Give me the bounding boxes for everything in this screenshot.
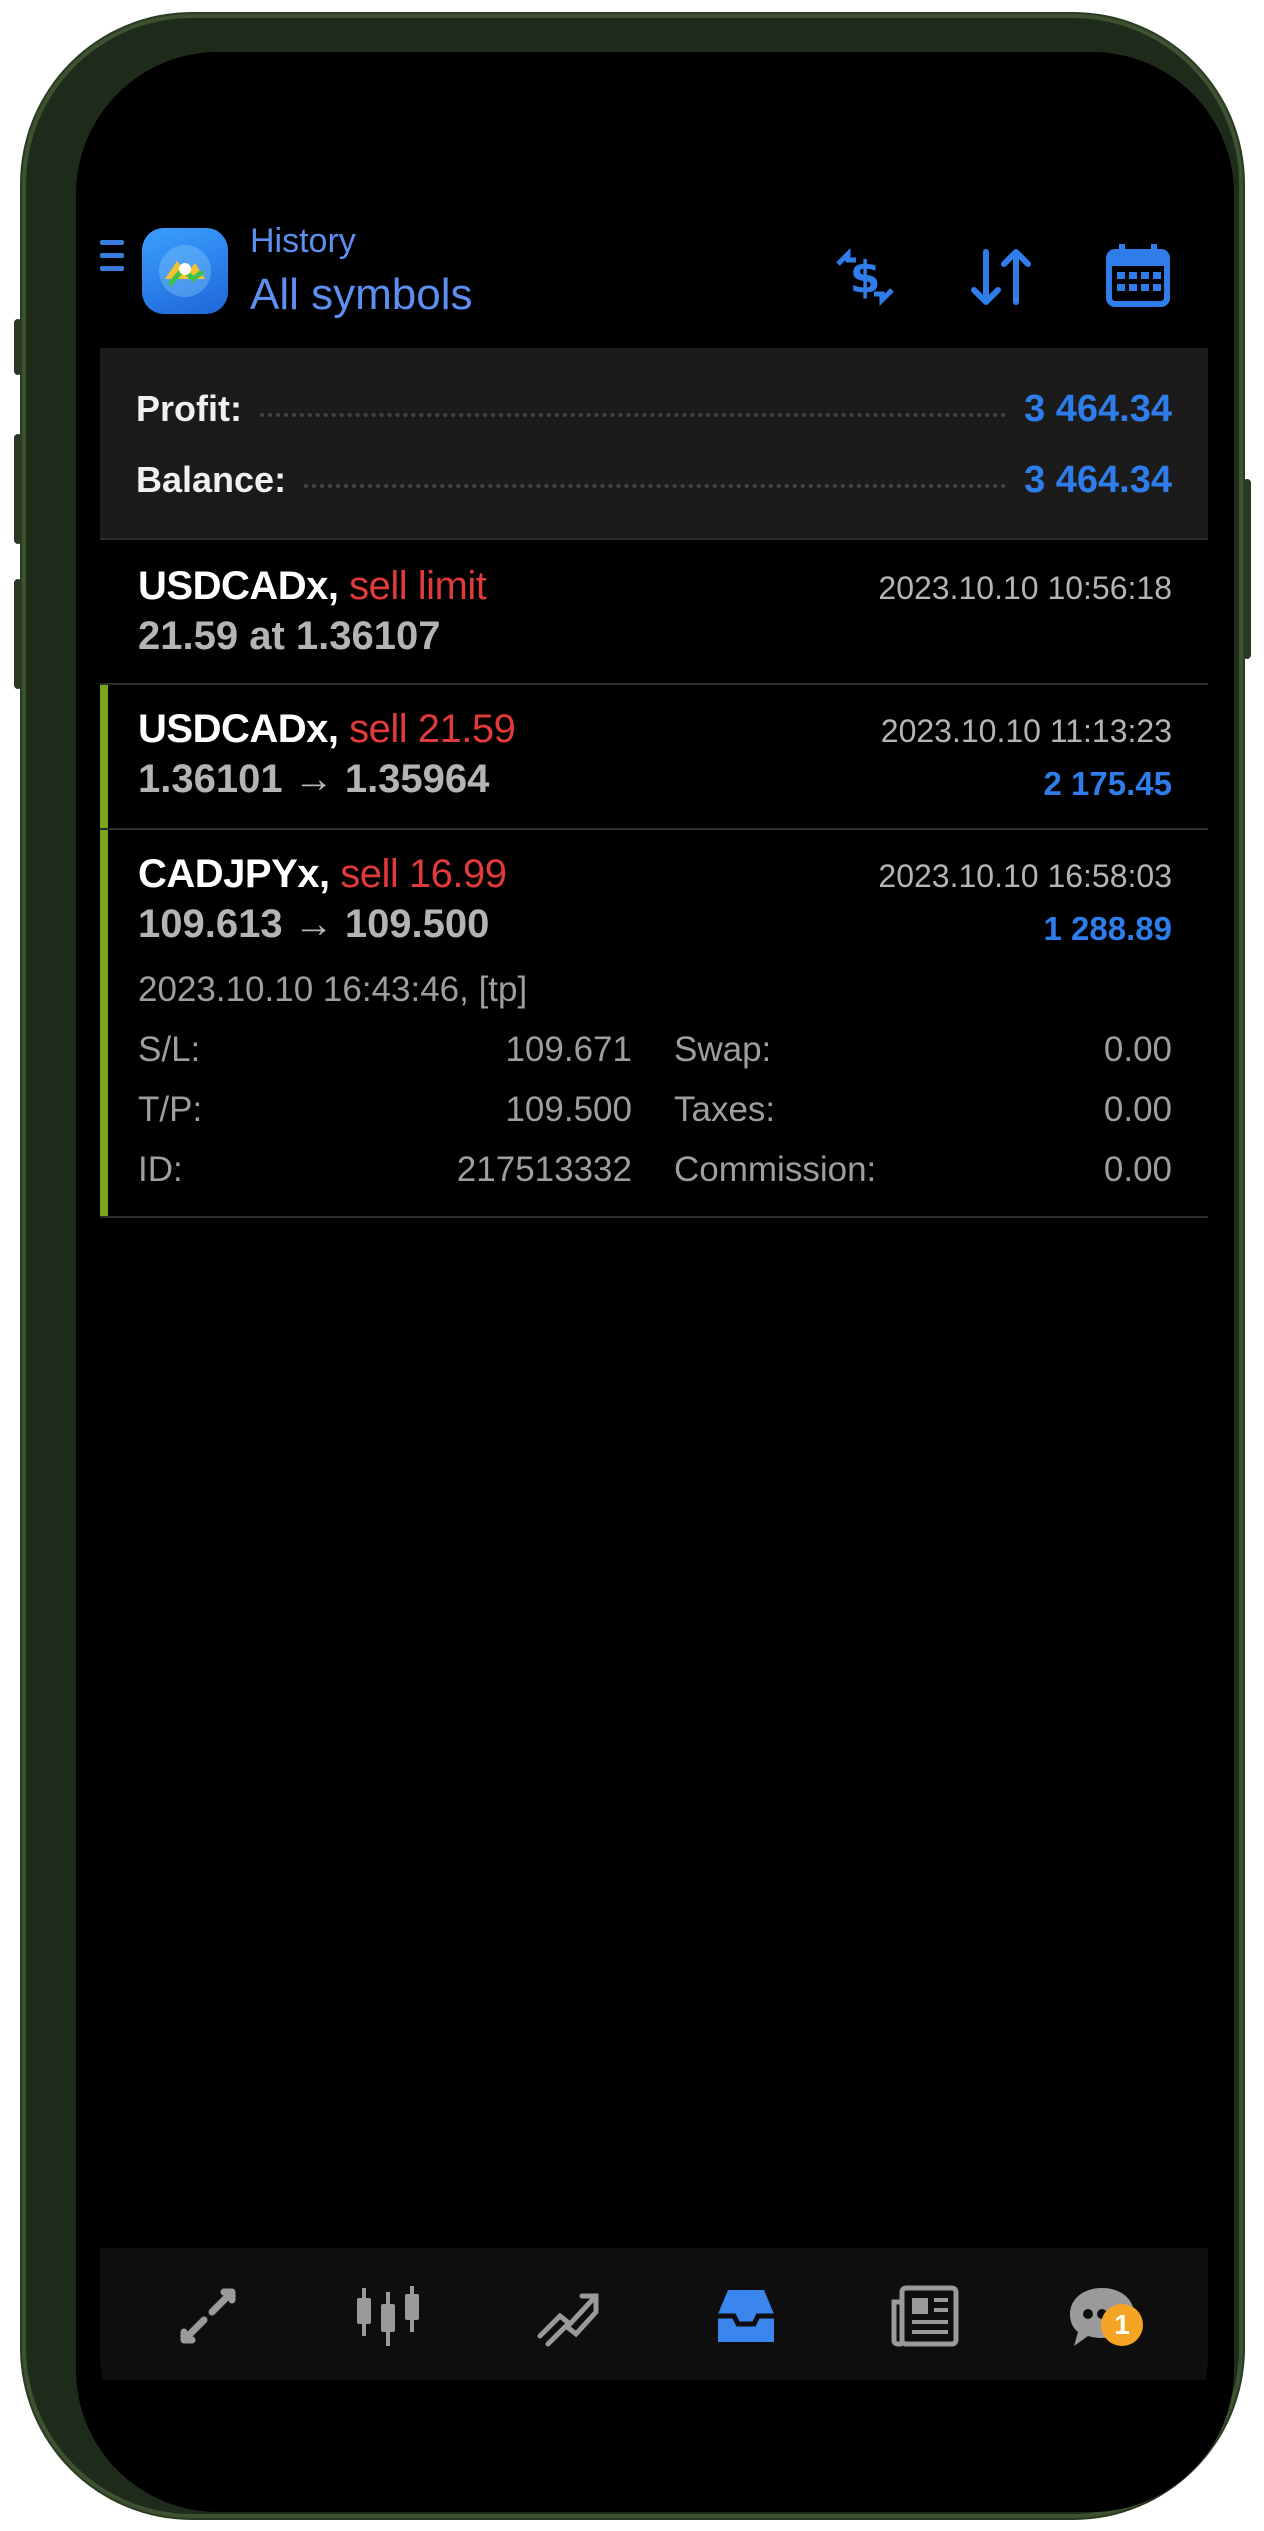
deal-action: sell 16.99	[340, 852, 507, 896]
bottom-nav	[100, 2248, 1208, 2380]
app-logo	[142, 228, 228, 314]
deal-prices: 21.59 at 1.36107	[138, 614, 441, 658]
symbol-text: USDCADx,	[138, 707, 339, 751]
balance-row: Balance: 3 464.34	[136, 455, 1172, 505]
header-title[interactable]: All symbols	[250, 270, 473, 320]
deal-symbol: USDCADx, sell limit	[138, 564, 487, 609]
currency-switch-icon[interactable]: $	[830, 242, 900, 312]
phone-frame: History All symbols $ Profit: 3 464.34 B…	[14, 14, 1251, 2518]
home-indicator-area	[100, 2380, 1208, 2474]
symbol-text: CADJPYx,	[138, 852, 330, 896]
symbol-text: USDCADx,	[138, 564, 339, 608]
app-header: History All symbols $	[100, 84, 1208, 348]
deal-prices: 1.36101 → 1.35964	[138, 757, 490, 801]
swap-value: 0.00	[1103, 1030, 1172, 1069]
calendar-icon[interactable]	[1103, 240, 1173, 310]
taxes-label: Taxes:	[674, 1090, 776, 1129]
deal-action: sell limit	[349, 564, 487, 608]
deal-symbol: CADJPYx, sell 16.99	[138, 852, 507, 897]
profit-row: Profit: 3 464.34	[136, 384, 1172, 434]
deal-row-expanded[interactable]: CADJPYx, sell 16.99 109.613 → 109.500 20…	[100, 830, 1208, 1218]
deal-symbol: USDCADx, sell 21.59	[138, 707, 516, 752]
trade-icon[interactable]	[530, 2278, 606, 2354]
chart-icon[interactable]	[350, 2278, 426, 2354]
sl-value: 109.671	[505, 1030, 632, 1069]
deal-row[interactable]: USDCADx, sell 21.59 1.36101 → 1.35964 20…	[100, 685, 1208, 830]
profit-label: Profit:	[136, 388, 242, 429]
screen: History All symbols $ Profit: 3 464.34 B…	[100, 84, 1208, 2474]
history-icon[interactable]	[708, 2278, 784, 2354]
deal-profit: 2 175.45	[1043, 765, 1172, 802]
sl-label: S/L:	[138, 1030, 201, 1069]
profit-value: 3 464.34	[1024, 387, 1172, 430]
id-label: ID:	[138, 1150, 183, 1189]
deal-action: sell 21.59	[349, 707, 516, 751]
dotted-leader	[259, 413, 1007, 417]
deal-profit: 1 288.89	[1043, 910, 1172, 947]
menu-icon[interactable]	[100, 240, 124, 276]
taxes-value: 0.00	[1103, 1090, 1172, 1129]
dotted-leader	[304, 484, 1007, 488]
balance-value: 3 464.34	[1024, 458, 1172, 501]
id-value: 217513332	[456, 1150, 632, 1189]
deal-time: 2023.10.10 16:58:03	[878, 858, 1172, 894]
notification-badge: 1	[1101, 2304, 1143, 2346]
quotes-icon[interactable]	[170, 2278, 246, 2354]
sort-icon[interactable]	[966, 242, 1036, 312]
tp-label: T/P:	[138, 1090, 203, 1129]
tp-value: 109.500	[505, 1090, 632, 1129]
power-button	[1243, 479, 1251, 659]
deal-prices: 109.613 → 109.500	[138, 902, 490, 946]
balance-label: Balance:	[136, 459, 287, 500]
commission-label: Commission:	[674, 1150, 877, 1189]
commission-value: 0.00	[1103, 1150, 1172, 1189]
summary-panel: Profit: 3 464.34 Balance: 3 464.34	[100, 348, 1208, 540]
news-icon[interactable]	[888, 2278, 964, 2354]
volume-down-button	[14, 579, 22, 689]
deal-row[interactable]: USDCADx, sell limit 21.59 at 1.36107 202…	[100, 540, 1208, 685]
header-subtitle: History	[250, 222, 356, 260]
deal-time: 2023.10.10 11:13:23	[880, 713, 1172, 749]
volume-up-button	[14, 434, 22, 544]
swap-label: Swap:	[674, 1030, 772, 1069]
open-info: 2023.10.10 16:43:46, [tp]	[138, 970, 528, 1009]
deal-time: 2023.10.10 10:56:18	[878, 570, 1172, 606]
mute-switch	[14, 319, 22, 375]
